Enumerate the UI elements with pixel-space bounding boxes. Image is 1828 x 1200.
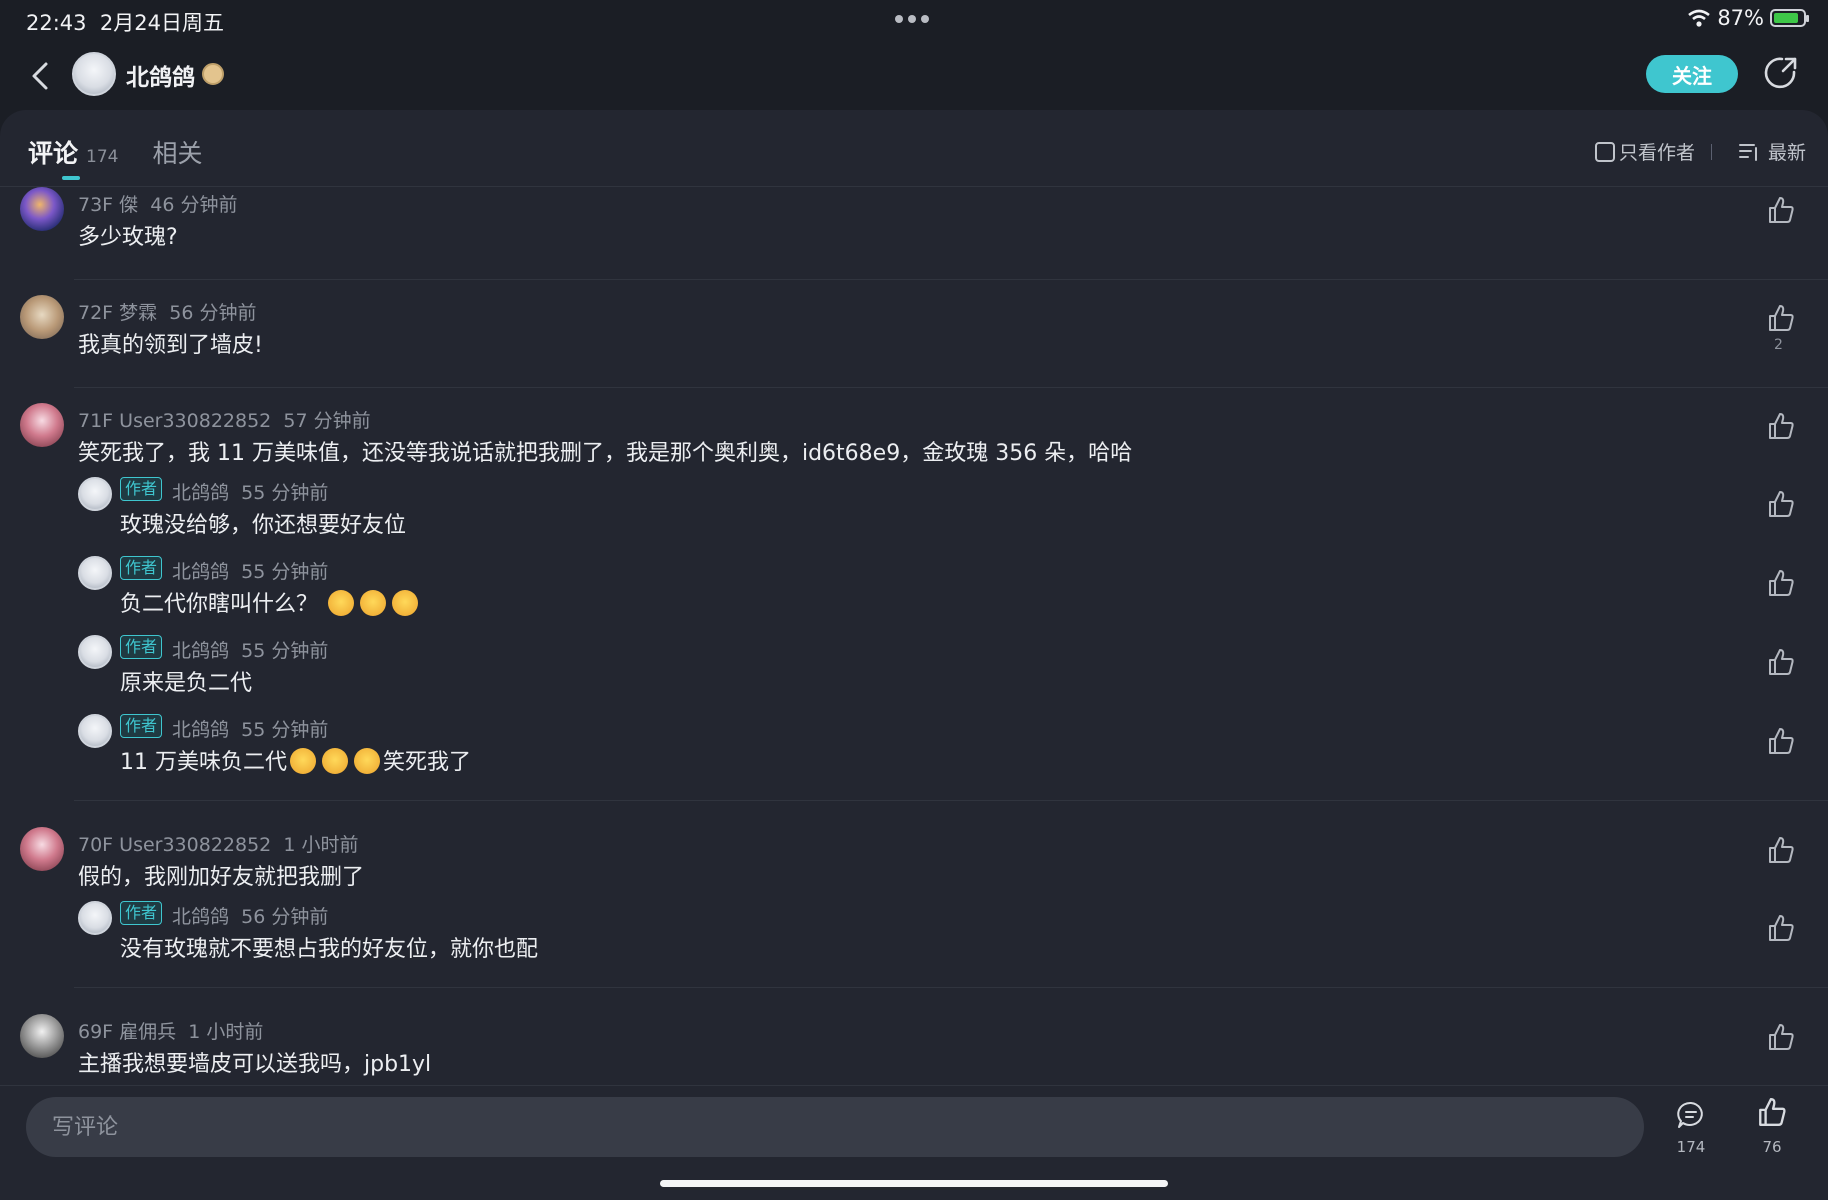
status-time: 22:43 2月24日周五 [26,7,224,37]
author-name[interactable]: 北鸽鸽 [126,58,195,92]
reply-meta: 北鸽鸽 56 分钟前 [172,906,329,928]
comment-text[interactable]: 我真的领到了墙皮! [78,327,263,359]
reply-text[interactable]: 没有玫瑰就不要想占我的好友位，就你也配 [120,931,538,963]
author-only-checkbox[interactable] [1594,141,1615,162]
author-tag: 作者 [120,477,163,501]
comment-panel: 评论 174 相关 只看作者 最新 73F 傑 46 分钟前 多少玫瑰? 72F… [0,110,1828,1200]
rofl-emoji-icon [322,748,348,774]
like-icon[interactable] [1766,195,1796,225]
reply-avatar[interactable] [78,635,112,669]
rofl-emoji-icon [392,590,419,616]
comment-meta: 73F 傑 46 分钟前 [78,194,238,216]
user-avatar[interactable] [20,403,64,447]
divider [74,387,1828,388]
like-icon[interactable] [1766,568,1796,598]
comment-text[interactable]: 主播我想要墙皮可以送我吗，jpb1yl [78,1046,431,1078]
like-total-count: 76 [1762,1138,1782,1156]
filter-divider [1710,143,1712,160]
divider [74,800,1828,801]
rofl-emoji-icon [328,590,355,616]
author-tag: 作者 [120,556,163,580]
reply-text[interactable]: 11 万美味负二代 笑死我了 [120,744,471,776]
tab-comments-count: 174 [86,147,119,167]
user-avatar[interactable] [20,295,64,339]
sort-icon[interactable] [1738,142,1760,162]
multitasking-dots-icon[interactable] [895,15,929,23]
comment-text[interactable]: 多少玫瑰? [78,219,178,251]
back-icon[interactable] [26,58,56,94]
reply-avatar[interactable] [78,477,112,511]
tab-related[interactable]: 相关 [152,134,202,170]
date-text: 2月24日周五 [99,11,224,35]
battery-percent: 87% [1717,6,1764,30]
author-badge-icon [202,63,224,85]
author-tag: 作者 [120,901,163,925]
status-bar: 22:43 2月24日周五 87% [0,0,1828,40]
author-tag: 作者 [120,714,163,738]
reply-text[interactable]: 玫瑰没给够，你还想要好友位 [120,507,406,539]
tab-bar: 评论 174 相关 [28,134,202,174]
battery-icon [1770,9,1809,27]
like-icon[interactable] [1766,411,1796,441]
user-avatar[interactable] [20,827,64,871]
like-icon[interactable] [1766,303,1796,333]
rofl-emoji-icon [354,748,380,774]
like-icon[interactable] [1766,1022,1796,1052]
time-text: 22:43 [26,11,87,35]
comment-text[interactable]: 假的，我刚加好友就把我删了 [78,859,364,891]
divider [74,279,1828,280]
bottom-bar: 174 76 [0,1085,1828,1200]
filter-bar: 只看作者 最新 [1594,138,1806,165]
comment-total-count: 174 [1676,1138,1706,1156]
like-icon[interactable] [1766,489,1796,519]
divider [74,987,1828,988]
share-icon[interactable] [1764,56,1798,90]
comment-icon[interactable] [1676,1100,1706,1130]
comment-meta: 70F User330822852 1 小时前 [78,834,359,856]
reply-meta: 北鸽鸽 55 分钟前 [172,482,329,504]
status-right: 87% [1687,6,1809,30]
comment-text[interactable]: 笑死我了，我 11 万美味值，还没等我说话就把我删了，我是那个奥利奥，id6t6… [78,435,1132,467]
comment-meta: 69F 雇佣兵 1 小时前 [78,1021,264,1043]
user-avatar[interactable] [20,187,64,231]
sort-label[interactable]: 最新 [1768,138,1806,165]
reply-meta: 北鸽鸽 55 分钟前 [172,640,329,662]
author-avatar[interactable] [72,52,116,96]
like-icon[interactable] [1766,647,1796,677]
reply-meta: 北鸽鸽 55 分钟前 [172,561,329,583]
reply-avatar[interactable] [78,556,112,590]
reply-avatar[interactable] [78,901,112,935]
rofl-emoji-icon [290,748,316,774]
header: 北鸽鸽 关注 [0,40,1828,112]
like-count: 2 [1774,337,1783,353]
like-icon[interactable] [1766,913,1796,943]
tab-comments[interactable]: 评论 [28,134,78,170]
reply-meta: 北鸽鸽 55 分钟前 [172,719,329,741]
like-icon[interactable] [1766,726,1796,756]
comment-meta: 71F User330822852 57 分钟前 [78,410,371,432]
like-icon[interactable] [1756,1096,1788,1128]
rofl-emoji-icon [360,590,387,616]
author-tag: 作者 [120,635,163,659]
reply-text[interactable]: 原来是负二代 [120,665,252,697]
comment-meta: 72F 梦霖 56 分钟前 [78,302,257,324]
home-indicator[interactable] [660,1180,1168,1187]
reply-avatar[interactable] [78,714,112,748]
comment-list: 73F 傑 46 分钟前 多少玫瑰? 72F 梦霖 56 分钟前 我真的领到了墙… [0,187,1828,1087]
like-icon[interactable] [1766,835,1796,865]
user-avatar[interactable] [20,1014,64,1058]
follow-button[interactable]: 关注 [1646,55,1738,93]
author-only-label[interactable]: 只看作者 [1619,138,1695,165]
comment-input[interactable] [26,1097,1644,1157]
reply-text[interactable]: 负二代你瞎叫什么？ [120,586,421,618]
tab-active-indicator [62,176,80,180]
wifi-icon [1688,9,1711,27]
